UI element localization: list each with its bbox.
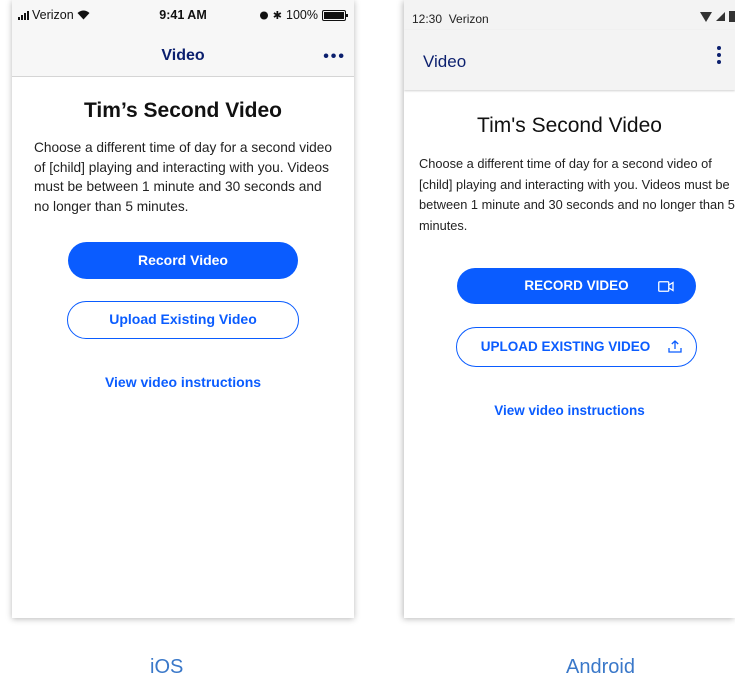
ios-content: Tim’s Second Video Choose a different ti… [12, 99, 354, 216]
battery-icon [322, 9, 348, 21]
android-status-bar: 12:30 Verizon [404, 0, 735, 30]
bluetooth-icon: ✱ [272, 9, 283, 22]
carrier-label: Verizon [448, 12, 489, 26]
battery-icon [729, 11, 735, 22]
ios-caption: iOS [150, 656, 184, 678]
video-description: Choose a different time of day for a sec… [34, 140, 333, 214]
android-content: Tim's Second Video Choose a different ti… [404, 114, 735, 236]
upload-video-label: UPLOAD EXISTING VIDEO [480, 339, 651, 354]
page-title: Video [423, 52, 467, 71]
more-icon[interactable] [717, 46, 721, 64]
view-instructions-link[interactable]: View video instructions [12, 374, 354, 390]
record-video-label: Record Video [138, 252, 228, 268]
wifi-icon [700, 11, 712, 22]
alarm-icon [259, 11, 268, 20]
android-app-bar: Video [404, 30, 735, 90]
video-heading: Tim's Second Video [477, 114, 662, 137]
video-description: Choose a different time of day for a sec… [419, 156, 735, 233]
upload-video-button[interactable]: UPLOAD EXISTING VIDEO [456, 327, 697, 367]
more-icon[interactable]: ••• [323, 48, 346, 66]
video-camera-icon [658, 281, 674, 292]
record-video-button[interactable]: RECORD VIDEO [457, 268, 696, 304]
status-time: 12:30 [412, 12, 443, 26]
video-heading: Tim’s Second Video [83, 99, 282, 122]
page-title: Video [161, 47, 205, 64]
ios-status-bar: Verizon 9:41 AM ✱ 100% [12, 0, 354, 30]
android-screen: 12:30 Verizon Video Tim's Second Video C… [404, 0, 735, 618]
signal-icon [716, 12, 725, 21]
record-video-label: RECORD VIDEO [524, 278, 629, 293]
record-video-button[interactable]: Record Video [68, 242, 298, 279]
ios-nav-bar: Video ••• [12, 30, 354, 77]
upload-video-label: Upload Existing Video [109, 311, 257, 327]
android-caption: Android [566, 656, 635, 678]
upload-icon [668, 340, 682, 353]
battery-percent: 100% [286, 8, 318, 22]
upload-video-button[interactable]: Upload Existing Video [67, 301, 299, 339]
view-instructions-link[interactable]: View video instructions [404, 403, 735, 418]
ios-screen: Verizon 9:41 AM ✱ 100% Video ••• Tim’s S… [12, 0, 354, 618]
